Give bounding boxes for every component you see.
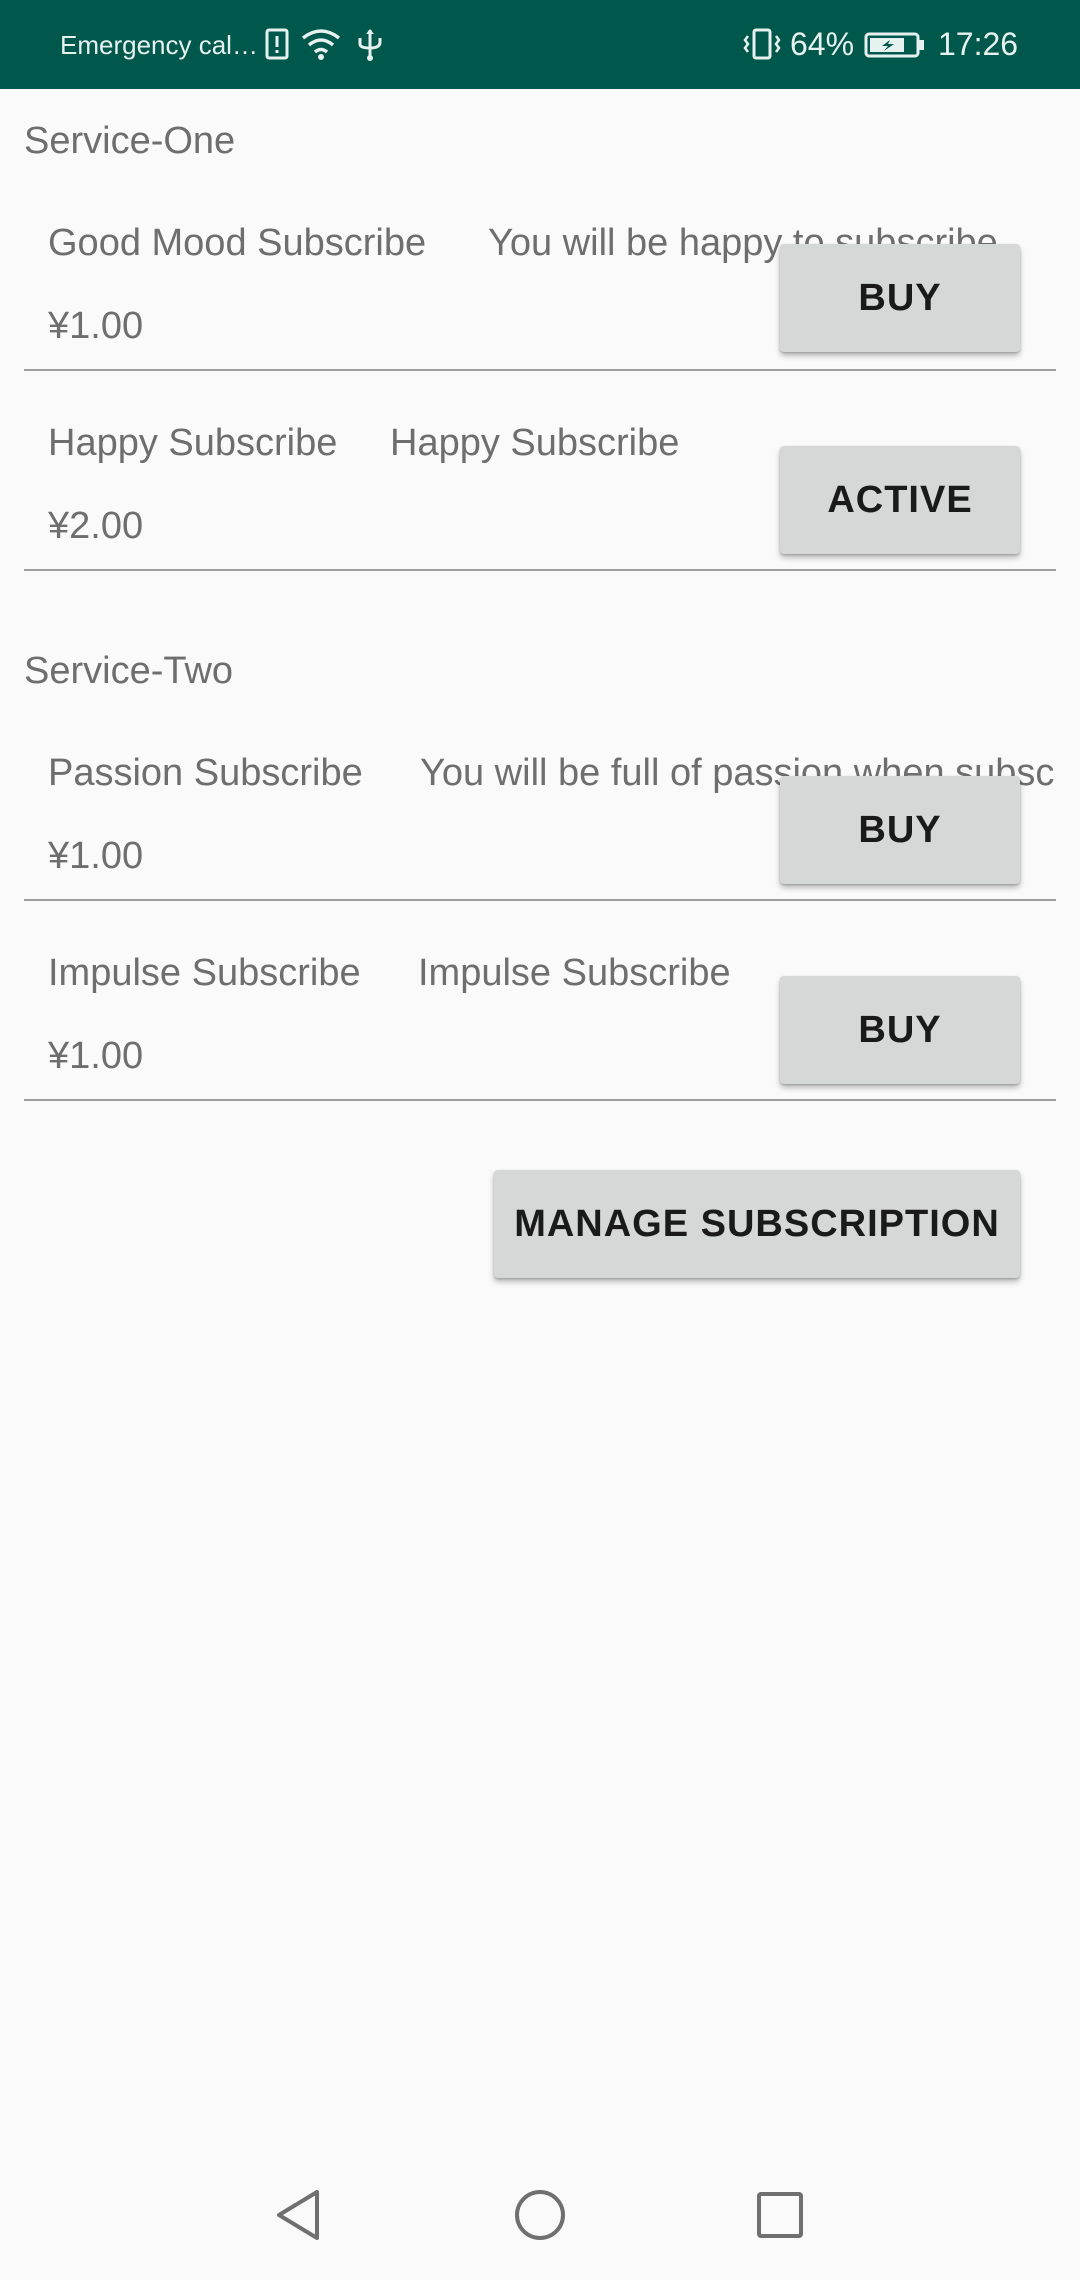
product-row: Impulse Subscribe Impulse Subscribe ¥1.0… bbox=[24, 930, 1056, 1101]
home-icon[interactable] bbox=[505, 2180, 575, 2250]
usb-icon bbox=[358, 29, 382, 61]
product-row: Happy Subscribe Happy Subscribe ¥2.00 AC… bbox=[24, 400, 1056, 571]
status-bar: Emergency cal… 64% 17:26 bbox=[0, 0, 1080, 89]
buy-button[interactable]: BUY bbox=[780, 776, 1020, 884]
wifi-icon bbox=[301, 29, 341, 60]
carrier-label: Emergency cal… bbox=[60, 30, 258, 60]
navigation-bar bbox=[0, 2150, 1080, 2280]
product-price: ¥1.00 bbox=[48, 835, 144, 877]
product-description: Happy Subscribe bbox=[390, 422, 680, 464]
product-name: Happy Subscribe bbox=[48, 422, 338, 464]
active-button[interactable]: ACTIVE bbox=[780, 446, 1020, 554]
section-title-service-two: Service-Two bbox=[24, 650, 234, 692]
product-row: Passion Subscribe You will be full of pa… bbox=[24, 730, 1056, 901]
manage-subscription-button[interactable]: MANAGE SUBSCRIPTION bbox=[494, 1170, 1020, 1278]
clock: 17:26 bbox=[938, 26, 1019, 62]
vibrate-icon bbox=[743, 28, 781, 60]
sim-alert-icon bbox=[265, 28, 289, 60]
product-row: Good Mood Subscribe You will be happy to… bbox=[24, 200, 1056, 371]
product-name: Good Mood Subscribe bbox=[48, 222, 427, 264]
buy-button[interactable]: BUY bbox=[780, 976, 1020, 1084]
battery-icon bbox=[864, 32, 924, 58]
back-icon[interactable] bbox=[265, 2180, 335, 2250]
product-description: Impulse Subscribe bbox=[418, 952, 731, 994]
product-price: ¥2.00 bbox=[48, 505, 144, 547]
app-screen: Emergency cal… 64% 17:26 Service-One Goo… bbox=[0, 0, 1080, 2280]
product-name: Impulse Subscribe bbox=[48, 952, 361, 994]
buy-button[interactable]: BUY bbox=[780, 244, 1020, 352]
product-name: Passion Subscribe bbox=[48, 752, 363, 794]
section-title-service-one: Service-One bbox=[24, 120, 236, 162]
recents-icon[interactable] bbox=[745, 2180, 815, 2250]
battery-percent: 64% bbox=[790, 26, 855, 62]
product-price: ¥1.00 bbox=[48, 1035, 144, 1077]
product-price: ¥1.00 bbox=[48, 305, 144, 347]
